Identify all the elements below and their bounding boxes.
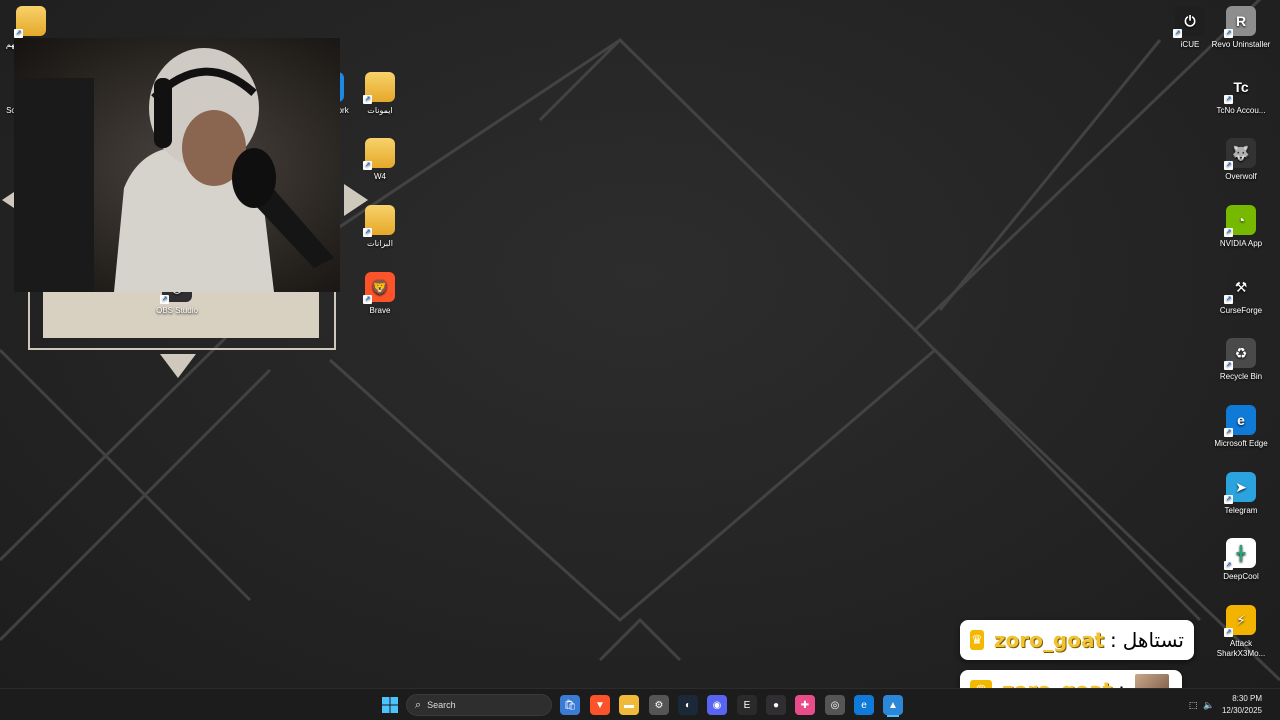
desktop-icon-label: CurseForge bbox=[1219, 306, 1263, 315]
shortcut-arrow-icon: ↗ bbox=[1224, 295, 1233, 304]
desktop-icon-label: Microsoft Edge bbox=[1214, 439, 1268, 448]
desktop-icon-label: Revo Uninstaller bbox=[1211, 40, 1271, 49]
chat-username: zoro_goat bbox=[993, 628, 1105, 652]
shortcut-arrow-icon: ↗ bbox=[363, 95, 372, 104]
attack-shark-icon: ⚡ ↗ bbox=[1224, 605, 1256, 637]
shortcut-arrow-icon: ↗ bbox=[160, 295, 169, 304]
social-stream-taskbar-icon[interactable]: ✚ bbox=[795, 695, 815, 715]
telegram-icon: ➤ ↗ bbox=[1224, 472, 1256, 504]
shortcut-arrow-icon: ↗ bbox=[363, 161, 372, 170]
shortcut-arrow-icon: ↗ bbox=[1224, 561, 1233, 570]
desktop-icon-label: Brave bbox=[369, 306, 391, 315]
chat-username: zoro_goat bbox=[1002, 678, 1112, 688]
desktop-icon-label: Recycle Bin bbox=[1219, 372, 1263, 381]
curseforge-icon: ⚒ ↗ bbox=[1224, 272, 1256, 304]
desktop-icon-tcno-account[interactable]: Tc ↗ TcNo Accou... bbox=[1210, 72, 1272, 116]
desktop-icon-label: Attack SharkX3Mo... bbox=[1216, 639, 1266, 658]
search-placeholder: Search bbox=[427, 700, 456, 710]
chat-emote-image bbox=[1134, 674, 1169, 688]
desktop-icon-deepcool[interactable]: ╋ ↗ DeepCool bbox=[1210, 538, 1272, 582]
volume-icon[interactable]: 🔈 bbox=[1202, 695, 1216, 715]
windows-icon bbox=[382, 697, 398, 713]
folder-icon: ↗ bbox=[363, 205, 395, 237]
shortcut-arrow-icon: ↗ bbox=[1224, 495, 1233, 504]
shortcut-arrow-icon: ↗ bbox=[363, 228, 372, 237]
shortcut-arrow-icon: ↗ bbox=[1224, 428, 1233, 437]
desktop-icon-revo-uninstaller[interactable]: R ↗ Revo Uninstaller bbox=[1210, 6, 1272, 50]
desktop-icon-curseforge[interactable]: ⚒ ↗ CurseForge bbox=[1210, 272, 1272, 316]
taskbar-clock[interactable]: 8:30 PM 12/30/2025 bbox=[1222, 693, 1262, 717]
microsoft-store-icon[interactable]: 🛍 bbox=[560, 695, 580, 715]
desktop-icon-recycle-bin[interactable]: ♻ ↗ Recycle Bin bbox=[1210, 338, 1272, 382]
shortcut-arrow-icon: ↗ bbox=[1224, 95, 1233, 104]
desktop-icon-microsoft-edge[interactable]: e ↗ Microsoft Edge bbox=[1210, 405, 1272, 449]
desktop-icon-label: Telegram bbox=[1224, 506, 1258, 515]
clock-time: 8:30 PM bbox=[1232, 694, 1262, 703]
obs-taskbar-icon[interactable]: ● bbox=[766, 695, 786, 715]
desktop-icon-label: TcNo Accou... bbox=[1216, 106, 1266, 115]
desktop-icon-label: NVIDIA App bbox=[1219, 239, 1263, 248]
desktop-icon-label: W4 bbox=[374, 172, 386, 181]
deepcool-icon: ╋ ↗ bbox=[1224, 538, 1256, 570]
icue-icon: ⏻ ↗ bbox=[1173, 6, 1205, 38]
recycle-bin-icon: ♻ ↗ bbox=[1224, 338, 1256, 370]
desktop-icon-label: البرانات bbox=[367, 239, 393, 248]
overwolf-icon: 🐺 ↗ bbox=[1224, 138, 1256, 170]
steam-icon[interactable]: ◐ bbox=[678, 695, 698, 715]
chat-message-1: ♛ zoro_goat : تستاهل bbox=[960, 620, 1194, 660]
shortcut-arrow-icon: ↗ bbox=[1224, 161, 1233, 170]
file-explorer-icon[interactable]: ▬ bbox=[619, 695, 639, 715]
desktop-icon-label: DeepCool bbox=[1223, 572, 1259, 581]
streamer-silhouette bbox=[14, 48, 334, 292]
shortcut-arrow-icon: ↗ bbox=[1173, 29, 1182, 38]
desktop-icon-label: Overwolf bbox=[1225, 172, 1257, 181]
tcno-icon: Tc ↗ bbox=[1224, 72, 1256, 104]
taskbar-search[interactable]: ⌕ Search bbox=[406, 694, 552, 716]
crown-icon: ♛ bbox=[970, 680, 992, 688]
chrome-icon[interactable]: ◎ bbox=[825, 695, 845, 715]
nvidia-icon: ◔ ↗ bbox=[1224, 205, 1256, 237]
desktop-icon-label: OBS Studio bbox=[156, 306, 198, 315]
folder-icon: ↗ bbox=[363, 138, 395, 170]
desktop-icon-folder-brands[interactable]: ↗ البرانات bbox=[349, 205, 411, 249]
chat-message-2: ♛ zoro_goat : bbox=[960, 670, 1182, 688]
search-icon: ⌕ bbox=[415, 698, 422, 711]
shortcut-arrow-icon: ↗ bbox=[1224, 29, 1233, 38]
epic-games-icon[interactable]: E bbox=[737, 695, 757, 715]
desktop-icon-label: ايمونات bbox=[367, 106, 393, 115]
folder-icon: ↗ bbox=[14, 6, 46, 38]
desktop: ↗مهم - Shortcut★↗Social Stream Ninja✦↗Ba… bbox=[0, 0, 1280, 688]
clock-date: 12/30/2025 bbox=[1221, 706, 1262, 715]
start-button[interactable] bbox=[380, 695, 400, 715]
shortcut-arrow-icon: ↗ bbox=[1224, 228, 1233, 237]
desktop-icon-attack-shark[interactable]: ⚡ ↗ Attack SharkX3Mo... bbox=[1210, 605, 1272, 659]
edge-taskbar-icon[interactable]: e bbox=[854, 695, 874, 715]
desktop-icon-overwolf[interactable]: 🐺 ↗ Overwolf bbox=[1210, 138, 1272, 182]
shortcut-arrow-icon: ↗ bbox=[363, 295, 372, 304]
photos-icon[interactable]: ▲ bbox=[883, 695, 903, 715]
shortcut-arrow-icon: ↗ bbox=[14, 29, 23, 38]
desktop-icon-nvidia-app[interactable]: ◔ ↗ NVIDIA App bbox=[1210, 205, 1272, 249]
shortcut-arrow-icon: ↗ bbox=[1224, 628, 1233, 637]
down-arrow-icon bbox=[160, 354, 196, 378]
revo-icon: R ↗ bbox=[1224, 6, 1256, 38]
discord-icon[interactable]: ◉ bbox=[707, 695, 727, 715]
brave-icon: 🦁 ↗ bbox=[363, 272, 395, 304]
desktop-icon-brave[interactable]: 🦁 ↗ Brave bbox=[349, 272, 411, 316]
folder-icon: ↗ bbox=[363, 72, 395, 104]
edge-icon: e ↗ bbox=[1224, 405, 1256, 437]
steam-settings-icon[interactable]: ⚙ bbox=[649, 695, 669, 715]
tray-overflow-icon[interactable]: ⬚ bbox=[1186, 695, 1200, 715]
taskbar: ⌕ Search 🛍 ▼ ▬ ⚙ ◐ ◉ E ● ✚ ◎ e ▲ ⬚ 🔈 8:30 PM 12/30/… bbox=[0, 688, 1280, 720]
webcam-video bbox=[14, 38, 340, 292]
chat-separator: : bbox=[1118, 678, 1125, 688]
desktop-icon-telegram[interactable]: ➤ ↗ Telegram bbox=[1210, 472, 1272, 516]
crown-icon: ♛ bbox=[970, 630, 984, 650]
desktop-icon-emotes-folder[interactable]: ↗ ايمونات bbox=[349, 72, 411, 116]
chat-separator: : bbox=[1110, 628, 1117, 652]
chat-text: تستاهل bbox=[1122, 628, 1184, 652]
brave-taskbar-icon[interactable]: ▼ bbox=[590, 695, 610, 715]
desktop-icon-w4-folder[interactable]: ↗ W4 bbox=[349, 138, 411, 182]
shortcut-arrow-icon: ↗ bbox=[1224, 361, 1233, 370]
